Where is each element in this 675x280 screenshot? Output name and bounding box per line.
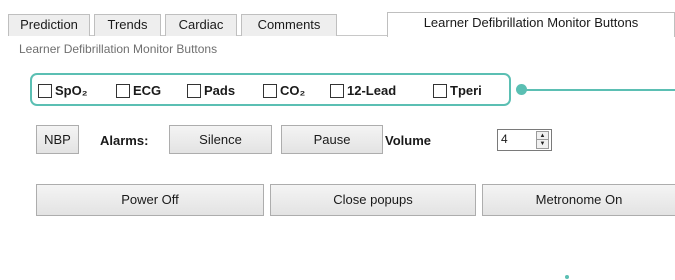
- callout-marker: [565, 275, 569, 279]
- checkbox-label: Pads: [204, 83, 236, 98]
- silence-button[interactable]: Silence: [169, 125, 272, 154]
- callout-line: [523, 89, 675, 91]
- tab-learner-defib-monitor-buttons[interactable]: Learner Defibrillation Monitor Buttons: [387, 12, 675, 37]
- checkbox-co2[interactable]: CO₂: [263, 82, 305, 100]
- spinner-up-icon[interactable]: ▲: [537, 132, 548, 140]
- nbp-button[interactable]: NBP: [36, 125, 79, 154]
- pause-button[interactable]: Pause: [281, 125, 383, 154]
- tab-bar: Prediction Trends Cardiac Comments Learn…: [8, 12, 675, 37]
- checkbox-box[interactable]: [116, 84, 130, 98]
- checkbox-tperi[interactable]: Tperi: [433, 82, 482, 100]
- tab-comments[interactable]: Comments: [241, 14, 337, 36]
- checkbox-label: ECG: [133, 83, 162, 98]
- volume-label: Volume: [385, 133, 431, 148]
- close-popups-button[interactable]: Close popups: [270, 184, 476, 216]
- checkbox-label: Tperi: [450, 83, 482, 98]
- checkbox-ecg[interactable]: ECG: [116, 82, 161, 100]
- page-title: Learner Defibrillation Monitor Buttons: [19, 42, 218, 56]
- spinner-buttons: ▲ ▼: [536, 131, 549, 149]
- checkbox-pads[interactable]: Pads: [187, 82, 235, 100]
- alarms-label: Alarms:: [100, 133, 149, 148]
- checkbox-label: SpO₂: [55, 83, 88, 98]
- spinner-down-icon[interactable]: ▼: [537, 140, 548, 148]
- checkbox-box[interactable]: [38, 84, 52, 98]
- checkbox-box[interactable]: [263, 84, 277, 98]
- checkbox-12-lead[interactable]: 12-Lead: [330, 82, 396, 100]
- tab-prediction[interactable]: Prediction: [8, 14, 90, 36]
- checkbox-spo2[interactable]: SpO₂: [38, 82, 88, 100]
- checkbox-label: 12-Lead: [347, 83, 397, 98]
- volume-value[interactable]: 4: [501, 132, 508, 146]
- tab-cardiac[interactable]: Cardiac: [165, 14, 237, 36]
- metronome-button[interactable]: Metronome On: [482, 184, 675, 216]
- volume-spinner[interactable]: 4 ▲ ▼: [497, 129, 552, 151]
- checkbox-box[interactable]: [330, 84, 344, 98]
- monitor-checkbox-group: SpO₂ ECG Pads CO₂ 12-Lead Tperi: [30, 73, 511, 106]
- checkbox-box[interactable]: [187, 84, 201, 98]
- checkbox-box[interactable]: [433, 84, 447, 98]
- power-off-button[interactable]: Power Off: [36, 184, 264, 216]
- tab-trends[interactable]: Trends: [94, 14, 161, 36]
- main-window: Prediction Trends Cardiac Comments Learn…: [8, 6, 675, 280]
- checkbox-label: CO₂: [280, 83, 306, 98]
